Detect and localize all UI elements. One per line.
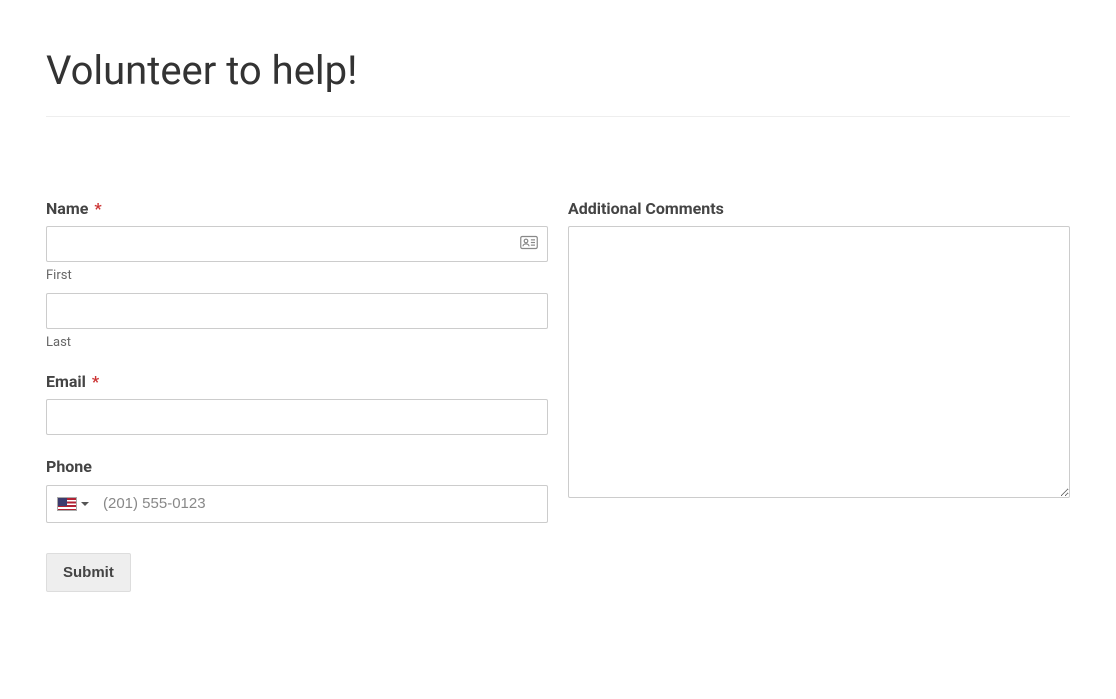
name-field-group: Name * [46, 199, 548, 350]
phone-input[interactable] [97, 486, 547, 522]
title-divider [46, 116, 1070, 117]
comments-textarea[interactable] [568, 226, 1070, 498]
last-name-subfield: Last [46, 293, 548, 350]
us-flag-icon [57, 497, 77, 511]
email-required-mark: * [92, 372, 99, 391]
first-name-subfield: First [46, 226, 548, 283]
email-label: Email * [46, 372, 548, 391]
name-required-mark: * [94, 199, 101, 218]
first-name-sublabel: First [46, 268, 548, 283]
page-title: Volunteer to help! [46, 48, 1070, 94]
name-label: Name * [46, 199, 548, 218]
email-input[interactable] [46, 399, 548, 435]
comments-field-group: Additional Comments [568, 199, 1070, 502]
first-name-input[interactable] [46, 226, 548, 262]
phone-input-row [46, 485, 548, 523]
submit-button[interactable]: Submit [46, 553, 131, 592]
email-label-text: Email [46, 372, 86, 391]
form-right-column: Additional Comments [568, 199, 1070, 592]
phone-field-group: Phone [46, 457, 548, 522]
last-name-input[interactable] [46, 293, 548, 329]
form-left-column: Name * [46, 199, 548, 592]
name-label-text: Name [46, 199, 88, 218]
email-field-group: Email * [46, 372, 548, 435]
comments-label: Additional Comments [568, 199, 1070, 218]
chevron-down-icon [81, 502, 89, 506]
comments-label-text: Additional Comments [568, 199, 724, 218]
phone-label-text: Phone [46, 457, 92, 476]
volunteer-form: Name * [46, 199, 1070, 592]
last-name-sublabel: Last [46, 335, 548, 350]
phone-country-selector[interactable] [47, 486, 97, 522]
phone-label: Phone [46, 457, 548, 476]
